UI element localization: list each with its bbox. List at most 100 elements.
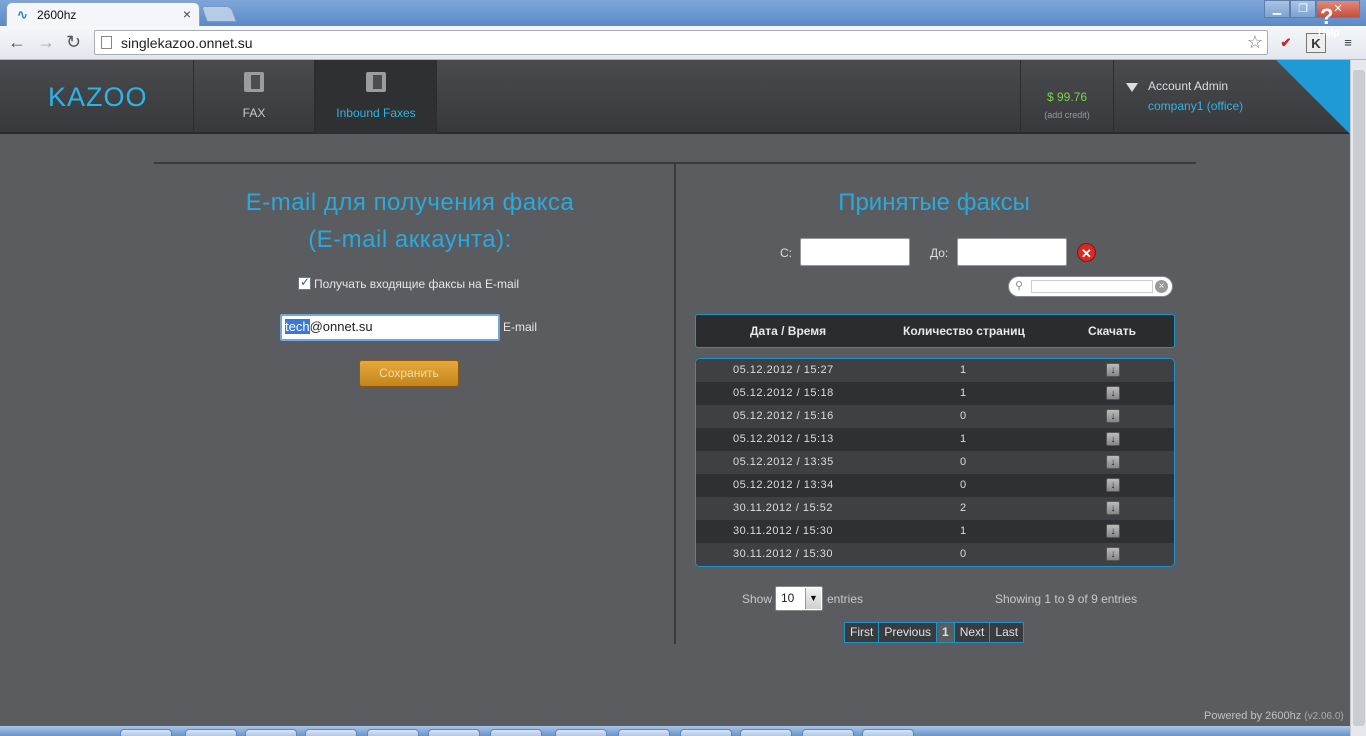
- os-taskbar: [0, 726, 1350, 736]
- download-icon[interactable]: ↓: [1106, 478, 1120, 492]
- download-icon[interactable]: ↓: [1106, 432, 1120, 446]
- search-icon: ⚲: [1015, 280, 1024, 292]
- table-row[interactable]: 30.11.2012 / 15:30 0 ↓: [696, 543, 1174, 566]
- taskbar-item[interactable]: [245, 729, 297, 736]
- account-dropdown-icon[interactable]: [1126, 83, 1138, 92]
- taskbar-item[interactable]: [185, 729, 237, 736]
- nav-tab-inbound-faxes[interactable]: Inbound Faxes: [315, 60, 437, 134]
- table-row[interactable]: 05.12.2012 / 13:35 0 ↓: [696, 451, 1174, 474]
- tab-title: 2600hz: [37, 8, 77, 22]
- fax-icon: [366, 72, 386, 92]
- page-scrollbar[interactable]: [1350, 60, 1366, 736]
- reload-icon[interactable]: ↻: [66, 32, 81, 53]
- column-header-pages[interactable]: Количество страниц: [903, 324, 1025, 338]
- taskbar-item[interactable]: [428, 729, 480, 736]
- add-credit-link[interactable]: (add credit): [1021, 110, 1113, 120]
- fax-pages-cell: 0: [960, 456, 967, 468]
- email-text: @onnet.su: [309, 319, 373, 334]
- download-icon[interactable]: ↓: [1106, 363, 1120, 377]
- taskbar-item[interactable]: [305, 729, 357, 736]
- page-last-button[interactable]: Last: [990, 623, 1024, 642]
- minimize-button[interactable]: ▁: [1264, 0, 1290, 18]
- fax-pages-cell: 1: [960, 364, 967, 376]
- fax-date-cell: 05.12.2012 / 13:34: [733, 479, 834, 491]
- column-header-download[interactable]: Скачать: [1088, 324, 1136, 338]
- taskbar-item[interactable]: [862, 729, 914, 736]
- url-text[interactable]: singlekazoo.onnet.su: [121, 35, 253, 51]
- browser-toolbar: ← → ↻ singlekazoo.onnet.su ☆ ✔ K ≡: [0, 26, 1366, 60]
- search-input[interactable]: [1031, 280, 1153, 293]
- email-field[interactable]: tech@onnet.su: [280, 314, 500, 341]
- to-date-input[interactable]: [957, 238, 1067, 266]
- download-icon[interactable]: ↓: [1106, 547, 1120, 561]
- clear-dates-icon[interactable]: ✕: [1077, 243, 1096, 262]
- table-search[interactable]: ⚲ ×: [1008, 276, 1173, 297]
- address-bar[interactable]: singlekazoo.onnet.su ☆: [94, 30, 1268, 55]
- table-row[interactable]: 05.12.2012 / 15:16 0 ↓: [696, 405, 1174, 428]
- page-next-button[interactable]: Next: [954, 623, 991, 642]
- fax-date-cell: 05.12.2012 / 15:27: [733, 364, 834, 376]
- receive-fax-email-option[interactable]: Получать входящие факсы на E-mail: [298, 275, 519, 291]
- new-tab-button[interactable]: [201, 6, 237, 22]
- page-first-button[interactable]: First: [845, 623, 880, 642]
- fax-pages-cell: 0: [960, 479, 967, 491]
- fax-date-cell: 05.12.2012 / 15:13: [733, 433, 834, 445]
- fax-pages-cell: 1: [960, 433, 967, 445]
- taskbar-item[interactable]: [490, 729, 542, 736]
- table-row[interactable]: 05.12.2012 / 13:34 0 ↓: [696, 474, 1174, 497]
- table-row[interactable]: 30.11.2012 / 15:52 2 ↓: [696, 497, 1174, 520]
- scrollbar-thumb[interactable]: [1353, 70, 1365, 726]
- forward-arrow-icon[interactable]: →: [37, 32, 55, 53]
- kaspersky-icon[interactable]: ✔: [1276, 33, 1296, 53]
- taskbar-item[interactable]: [802, 729, 854, 736]
- taskbar-item[interactable]: [618, 729, 670, 736]
- credit-box[interactable]: $ 99.76 (add credit): [1020, 60, 1114, 134]
- email-section-title: E-mail для получения факса (E-mail аккау…: [180, 184, 640, 258]
- table-row[interactable]: 05.12.2012 / 15:18 1 ↓: [696, 382, 1174, 405]
- page-previous-button[interactable]: Previous: [879, 623, 938, 642]
- taskbar-item[interactable]: [680, 729, 732, 736]
- download-icon[interactable]: ↓: [1106, 524, 1120, 538]
- fax-date-cell: 05.12.2012 / 13:35: [733, 456, 834, 468]
- help-icon[interactable]: ?: [1320, 4, 1333, 30]
- app-header: KAZOO FAX Inbound Faxes $ 99.76 (add cre…: [0, 60, 1366, 134]
- help-label[interactable]: Help: [1318, 28, 1340, 39]
- from-date-input[interactable]: [800, 238, 910, 266]
- browser-tab[interactable]: ∿ 2600hz ×: [6, 2, 200, 26]
- kazoo-logo[interactable]: KAZOO: [48, 82, 148, 113]
- table-row[interactable]: 05.12.2012 / 15:13 1 ↓: [696, 428, 1174, 451]
- page-1-button[interactable]: 1: [937, 623, 955, 642]
- from-date-label: С:: [780, 246, 792, 260]
- fax-pages-cell: 2: [960, 502, 967, 514]
- column-header-date[interactable]: Дата / Время: [750, 324, 826, 338]
- fax-pages-cell: 0: [960, 410, 967, 422]
- fax-pages-cell: 1: [960, 387, 967, 399]
- restore-button[interactable]: ❐: [1290, 0, 1316, 18]
- table-row[interactable]: 05.12.2012 / 15:27 1 ↓: [696, 359, 1174, 382]
- help-corner[interactable]: [1276, 60, 1350, 134]
- entries-per-page-select[interactable]: 10 ▼: [775, 586, 823, 611]
- taskbar-item[interactable]: [120, 729, 172, 736]
- download-icon[interactable]: ↓: [1106, 501, 1120, 515]
- taskbar-item[interactable]: [740, 729, 792, 736]
- star-icon[interactable]: ☆: [1247, 32, 1263, 53]
- account-name[interactable]: Account Admin: [1148, 79, 1228, 93]
- table-row[interactable]: 30.11.2012 / 15:30 1 ↓: [696, 520, 1174, 543]
- nav-tab-fax[interactable]: FAX: [193, 60, 315, 134]
- download-icon[interactable]: ↓: [1106, 409, 1120, 423]
- account-company[interactable]: company1 (office): [1148, 99, 1243, 113]
- receive-fax-checkbox[interactable]: [298, 275, 311, 290]
- chevron-down-icon[interactable]: ▼: [805, 588, 821, 609]
- email-title-line2: (E-mail аккаунта):: [308, 226, 512, 253]
- back-arrow-icon[interactable]: ←: [8, 32, 26, 53]
- close-tab-icon[interactable]: ×: [183, 6, 191, 22]
- clear-search-icon[interactable]: ×: [1155, 280, 1168, 293]
- taskbar-item[interactable]: [367, 729, 419, 736]
- download-icon[interactable]: ↓: [1106, 455, 1120, 469]
- save-button[interactable]: Сохранить: [359, 360, 459, 387]
- fax-date-cell: 05.12.2012 / 15:18: [733, 387, 834, 399]
- taskbar-item[interactable]: [555, 729, 607, 736]
- powered-by-text: Powered by 2600hz: [1204, 710, 1302, 722]
- download-icon[interactable]: ↓: [1106, 386, 1120, 400]
- menu-icon[interactable]: ≡: [1338, 33, 1358, 53]
